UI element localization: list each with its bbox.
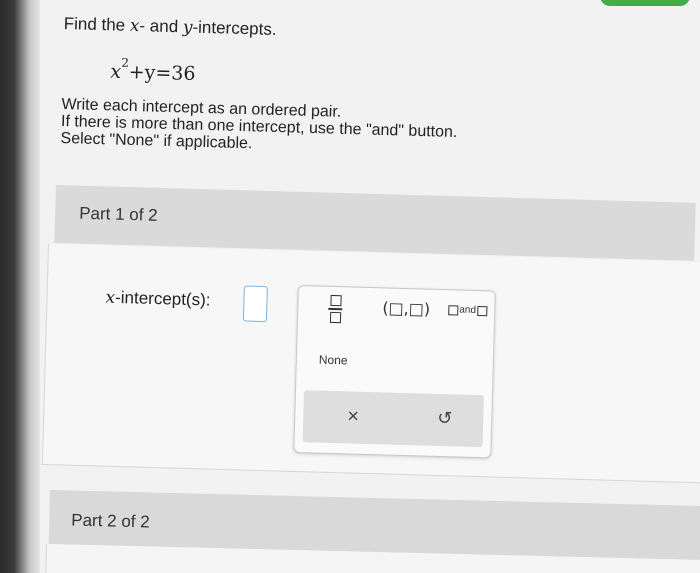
x-intercept-text: -intercept(s): (114, 287, 211, 310)
clear-button[interactable]: × (347, 405, 359, 428)
title-suffix: -intercepts. (192, 17, 277, 39)
none-label: None (318, 352, 348, 368)
undo-button[interactable]: ↺ (437, 408, 453, 429)
equation-exponent: 2 (121, 55, 130, 70)
part1-header-label: Part 1 of 2 (78, 203, 158, 225)
equation-base: x (110, 60, 122, 83)
x-intercept-var: x (105, 287, 116, 308)
fraction-button[interactable] (328, 294, 343, 323)
screenshot-stage: Find the x- and y-intercepts. x2+y=36 Wr… (0, 0, 700, 573)
x-intercept-label: x-intercept(s): (105, 288, 211, 311)
ordered-pair-button[interactable]: (□,□) (382, 298, 430, 318)
palette-footer: × ↺ (302, 390, 484, 448)
part2-header-label: Part 2 of 2 (71, 510, 150, 532)
fraction-icon (328, 294, 343, 323)
and-label: and (459, 304, 477, 316)
part1-body: x-intercept(s): (□,□) and None × ↺ (41, 244, 700, 484)
question-block: Find the x- and y-intercepts. x2+y=36 Wr… (60, 14, 643, 163)
math-palette: (□,□) and None × ↺ (293, 284, 496, 459)
undo-icon: ↺ (437, 407, 453, 429)
title-y-var: y (182, 17, 193, 38)
title-prefix: Find the (63, 14, 131, 35)
green-tab[interactable] (600, 0, 690, 6)
ordered-pair-icon: (□,□) (382, 298, 431, 319)
x-intercept-input[interactable] (242, 285, 268, 323)
none-button[interactable]: None (319, 353, 348, 368)
close-icon: × (346, 405, 360, 428)
equation-rest: +y=36 (128, 61, 196, 86)
and-right-box-icon (476, 305, 488, 316)
and-button[interactable]: and (448, 304, 488, 316)
title-x-var: x (129, 15, 140, 37)
title-mid: - and (139, 16, 184, 37)
and-left-box-icon (448, 304, 459, 315)
window-edge (0, 0, 40, 573)
